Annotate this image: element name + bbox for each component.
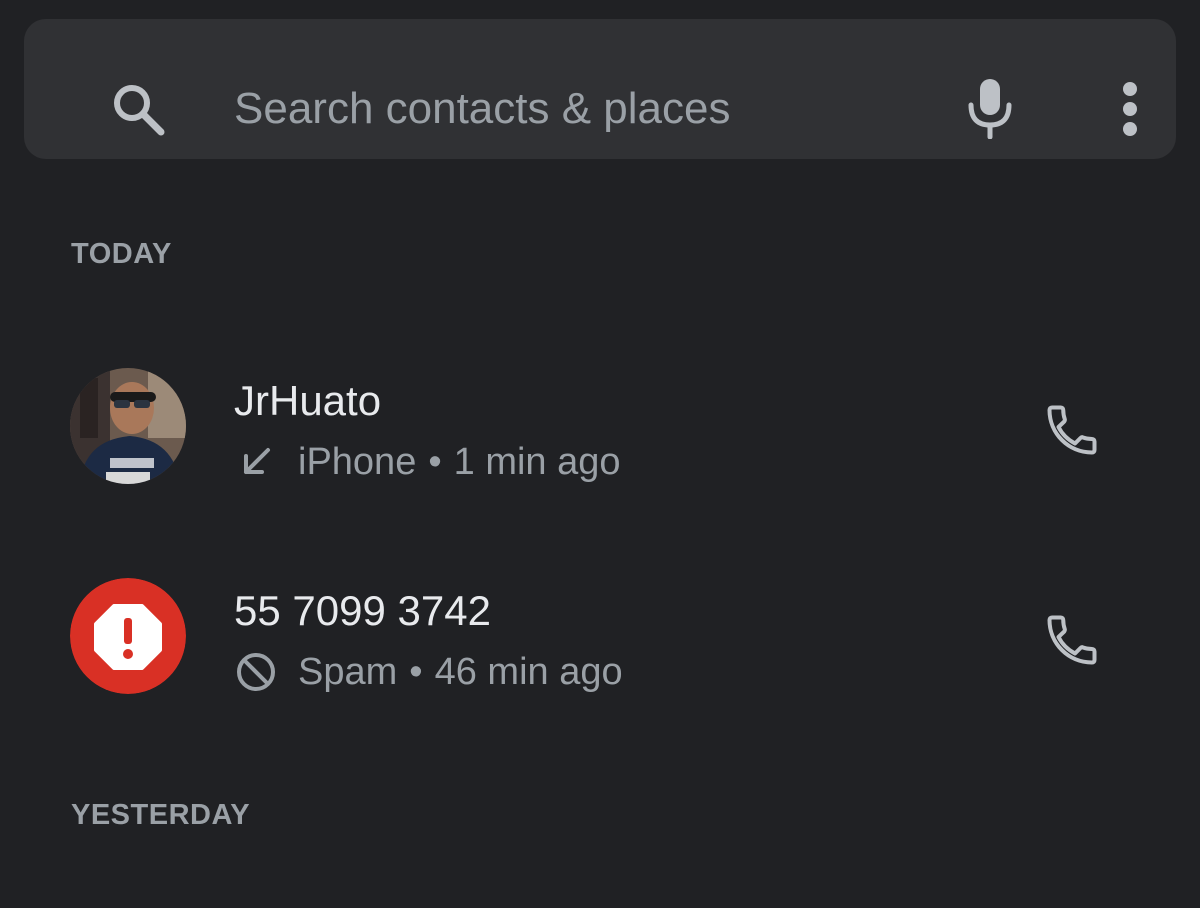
separator: • xyxy=(409,650,423,693)
call-source: iPhone xyxy=(298,440,417,483)
call-details: iPhone • 1 min ago xyxy=(234,438,621,486)
section-header-today: TODAY xyxy=(71,238,172,270)
more-vert-icon[interactable] xyxy=(1110,81,1150,137)
search-icon[interactable] xyxy=(108,79,168,139)
call-time: 46 min ago xyxy=(434,650,623,693)
call-log-item[interactable]: 55 7099 3742 Spam • 46 min ago xyxy=(0,540,1200,740)
call-details: Spam • 46 min ago xyxy=(234,648,623,696)
call-label: Spam xyxy=(298,650,398,693)
search-input[interactable]: Search contacts & places xyxy=(234,85,730,133)
call-time: 1 min ago xyxy=(453,440,621,483)
phone-icon xyxy=(1042,400,1102,465)
call-history-screen: Search contacts & places TODAY JrHuato i… xyxy=(0,0,1200,908)
blocked-icon xyxy=(234,650,278,694)
phone-icon xyxy=(1042,610,1102,675)
search-bar[interactable]: Search contacts & places xyxy=(24,19,1176,159)
separator: • xyxy=(428,440,442,483)
spam-warning-avatar[interactable] xyxy=(70,578,186,694)
avatar[interactable] xyxy=(70,368,186,484)
call-log-item[interactable]: JrHuato iPhone • 1 min ago xyxy=(0,330,1200,530)
caller-number: 55 7099 3742 xyxy=(234,587,491,634)
section-header-yesterday: YESTERDAY xyxy=(71,799,251,831)
call-back-button[interactable] xyxy=(1036,606,1108,678)
mic-icon[interactable] xyxy=(964,77,1016,140)
caller-name: JrHuato xyxy=(234,377,382,424)
call-back-button[interactable] xyxy=(1036,396,1108,468)
incoming-call-arrow-icon xyxy=(234,440,278,484)
